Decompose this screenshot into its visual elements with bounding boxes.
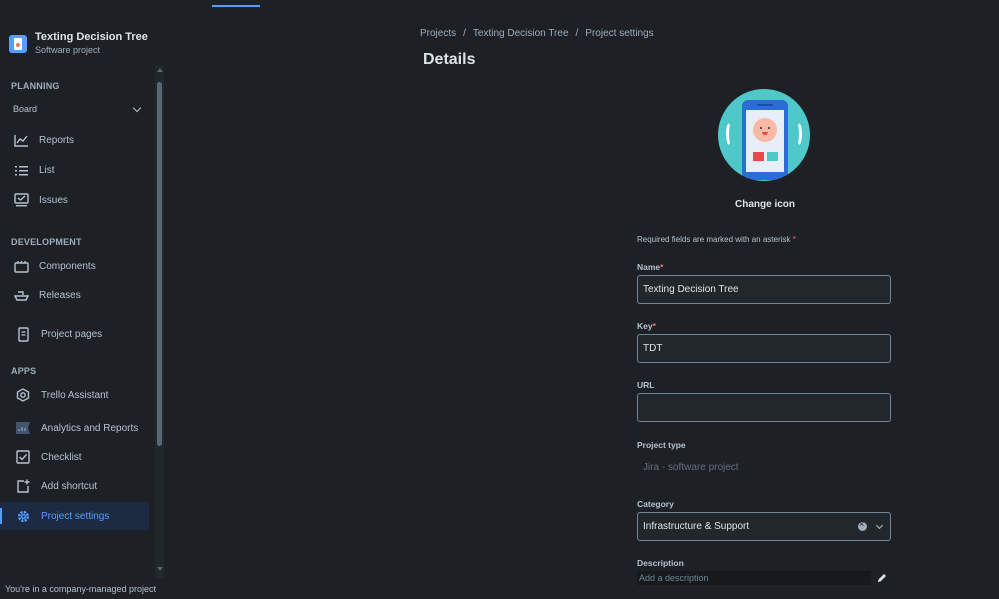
list-icon (13, 162, 29, 178)
scroll-up-arrow-icon[interactable] (157, 68, 163, 72)
analytics-icon (15, 420, 31, 436)
board-selector[interactable]: Board (13, 103, 143, 114)
sidebar-item-label: Issues (39, 194, 68, 206)
project-avatar-icon (9, 35, 27, 53)
sidebar-item-project-settings[interactable]: Project settings (0, 502, 149, 530)
gear-icon (15, 508, 31, 524)
sidebar-item-label: Components (39, 260, 96, 272)
name-field[interactable]: Texting Decision Tree (637, 275, 891, 304)
change-icon-button[interactable]: Change icon (735, 199, 795, 210)
sidebar-item-checklist[interactable]: Checklist (0, 443, 149, 471)
category-label: Category (637, 499, 674, 509)
category-value: Infrastructure & Support (643, 521, 750, 532)
project-type-label: Project type (637, 440, 686, 450)
trello-icon (15, 387, 31, 403)
active-tab-indicator (212, 5, 260, 7)
sidebar-item-label: Add shortcut (41, 480, 98, 492)
scroll-down-arrow-icon[interactable] (157, 567, 163, 571)
key-value: TDT (643, 343, 663, 354)
chevron-down-icon (132, 103, 142, 112)
sidebar-item-label: Project pages (41, 328, 103, 340)
document-icon (15, 326, 31, 342)
clear-icon[interactable] (858, 519, 867, 531)
sidebar-item-project-pages[interactable]: Project pages (0, 320, 149, 348)
sidebar-item-releases[interactable]: Releases (0, 281, 149, 309)
section-title-apps: APPS (11, 366, 37, 376)
issues-icon (13, 192, 29, 208)
description-label: Description (637, 558, 684, 568)
project-header[interactable]: Texting Decision Tree Software project (9, 31, 148, 56)
sidebar-item-list[interactable]: List (0, 156, 149, 184)
section-title-development: DEVELOPMENT (11, 237, 82, 247)
chart-icon (13, 132, 29, 148)
pencil-icon[interactable] (877, 573, 887, 586)
sidebar-item-issues[interactable]: Issues (0, 186, 149, 214)
sidebar-item-analytics[interactable]: Analytics and Reports (0, 414, 149, 442)
key-field[interactable]: TDT (637, 334, 891, 363)
sidebar-item-label: Reports (39, 134, 75, 146)
name-value: Texting Decision Tree (643, 284, 739, 295)
project-type-field: Jira - software project (637, 456, 891, 478)
sidebar-item-label: Checklist (41, 451, 82, 463)
url-field[interactable] (637, 393, 891, 422)
project-name: Texting Decision Tree (35, 31, 148, 43)
scrollbar-thumb[interactable] (157, 82, 162, 446)
sidebar-item-label: Project settings (41, 510, 110, 522)
breadcrumb-projects[interactable]: Projects (420, 28, 456, 39)
section-title-planning: PLANNING (11, 81, 60, 91)
breadcrumb-settings[interactable]: Project settings (585, 28, 653, 39)
name-label: Name* (637, 262, 664, 272)
board-label: Board (13, 104, 38, 114)
sidebar-item-reports[interactable]: Reports (0, 126, 149, 154)
sidebar-item-label: List (39, 164, 55, 176)
breadcrumb: Projects / Texting Decision Tree / Proje… (420, 28, 654, 39)
sidebar-item-label: Trello Assistant (41, 389, 109, 401)
key-label: Key* (637, 321, 656, 331)
project-icon[interactable] (718, 89, 810, 181)
sidebar-item-label: Releases (39, 289, 81, 301)
category-select[interactable]: Infrastructure & Support (637, 512, 891, 541)
sidebar: Texting Decision Tree Software project P… (0, 0, 166, 599)
project-subtitle: Software project (35, 45, 101, 55)
sidebar-item-trello-assistant[interactable]: Trello Assistant (0, 381, 149, 409)
company-managed-note: You're in a company-managed project (5, 584, 156, 594)
page-title: Details (423, 51, 476, 68)
add-shortcut-icon (15, 478, 31, 494)
chevron-down-icon[interactable] (875, 521, 884, 529)
breadcrumb-separator: / (463, 28, 466, 39)
required-fields-note: Required fields are marked with an aster… (637, 235, 796, 244)
description-field[interactable]: Add a description (637, 571, 871, 585)
components-icon (13, 258, 29, 274)
checklist-icon (15, 449, 31, 465)
sidebar-item-add-shortcut[interactable]: Add shortcut (0, 472, 149, 500)
phone-illustration (742, 100, 788, 180)
breadcrumb-project[interactable]: Texting Decision Tree (473, 28, 569, 39)
project-type-value: Jira - software project (643, 461, 739, 473)
breadcrumb-separator: / (575, 28, 579, 39)
sidebar-item-label: Analytics and Reports (41, 422, 139, 434)
sidebar-item-components[interactable]: Components (0, 252, 149, 280)
url-label: URL (637, 380, 655, 390)
ship-icon (13, 287, 29, 303)
